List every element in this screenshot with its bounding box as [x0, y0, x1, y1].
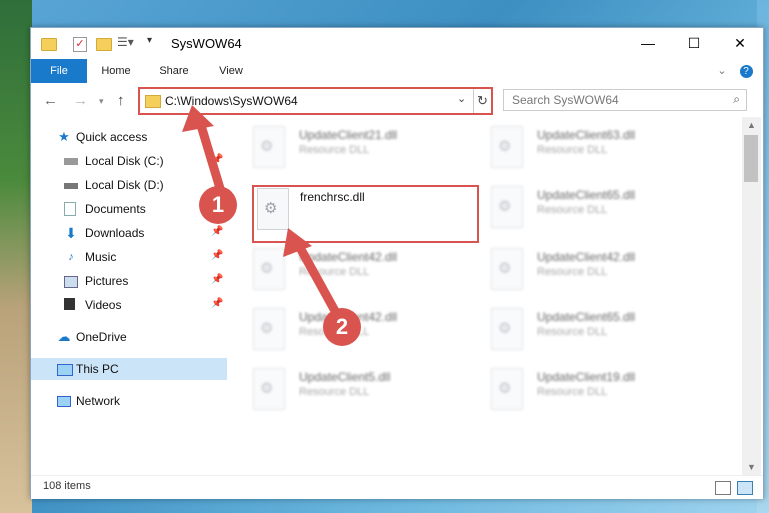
annotation-arrows: [182, 105, 345, 325]
arrow-head-1: [182, 105, 214, 132]
step-marker-1: 1: [199, 186, 237, 224]
arrow-1: [195, 117, 227, 200]
step-marker-2: 2: [323, 308, 361, 346]
